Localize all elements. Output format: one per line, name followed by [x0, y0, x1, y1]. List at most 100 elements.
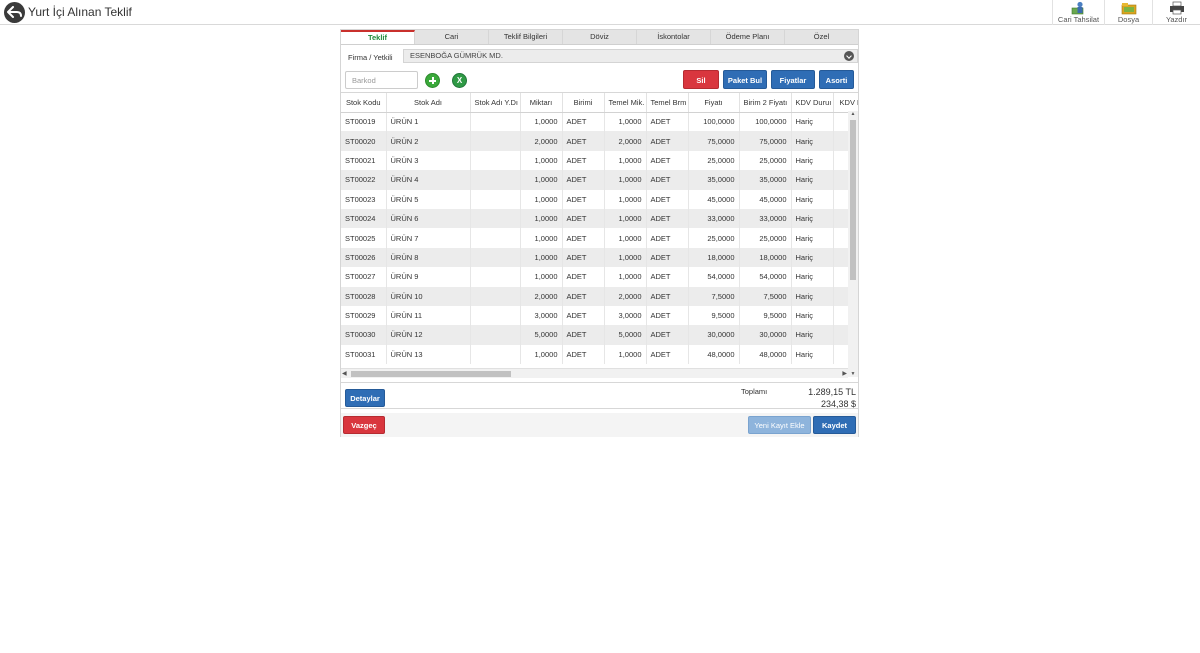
table-cell: ST00031 — [341, 344, 387, 365]
table-cell: ÜRÜN 10 — [386, 286, 471, 306]
table-row[interactable]: ST00023 ÜRÜN 5 1,0000 ADET 1,0000 ADET 45,0000… — [341, 189, 858, 209]
table-cell — [470, 247, 521, 268]
column-header[interactable]: KDV Duruı — [791, 93, 834, 113]
yazdir-button[interactable]: Yazdır — [1152, 0, 1200, 25]
table-row[interactable]: ST00024 ÜRÜN 6 1,0000 ADET 1,0000 ADET 33,0000… — [341, 208, 858, 229]
table-cell — [470, 228, 521, 248]
vazgec-button[interactable]: Vazgeç — [343, 416, 385, 434]
horizontal-scrollbar[interactable]: ◀ ▶ — [341, 368, 848, 378]
column-header[interactable]: KDV H — [833, 93, 858, 113]
fiyatlar-button[interactable]: Fiyatlar — [771, 70, 815, 89]
table-row[interactable]: ST00025 ÜRÜN 7 1,0000 ADET 1,0000 ADET 25,0000… — [341, 228, 858, 248]
cari-tahsilat-label: Cari Tahsilat — [1057, 15, 1100, 24]
table-cell: 54,0000 — [739, 267, 792, 287]
table-cell — [470, 305, 521, 326]
table-cell: 3,0000 — [520, 305, 563, 326]
detaylar-button[interactable]: Detaylar — [345, 389, 385, 407]
table-cell: ADET — [646, 170, 689, 190]
table-row[interactable]: ST00030 ÜRÜN 12 5,0000 ADET 5,0000 ADET 30,000… — [341, 325, 858, 345]
table-cell: ST00023 — [341, 189, 387, 209]
table-row[interactable]: ST00029 ÜRÜN 11 3,0000 ADET 3,0000 ADET 9,5000… — [341, 305, 858, 326]
table-cell: ÜRÜN 8 — [386, 247, 471, 268]
table-cell: ST00026 — [341, 247, 387, 268]
tab-teklif[interactable]: Teklif — [341, 30, 415, 44]
cash-collection-icon — [1071, 1, 1087, 15]
table-cell: ADET — [646, 228, 689, 248]
back-button[interactable] — [4, 2, 25, 23]
table-cell: 48,0000 — [688, 344, 740, 365]
table-row[interactable]: ST00027 ÜRÜN 9 1,0000 ADET 1,0000 ADET 54,0000… — [341, 267, 858, 287]
table-cell: 2,0000 — [520, 131, 563, 151]
table-cell: ADET — [646, 286, 689, 306]
table-row[interactable]: ST00020 ÜRÜN 2 2,0000 ADET 2,0000 ADET 75,0000… — [341, 131, 858, 151]
scroll-right-icon[interactable]: ▶ — [842, 370, 847, 377]
barkod-input[interactable] — [345, 71, 418, 89]
table-cell: ST00028 — [341, 286, 387, 306]
table-cell: 1,0000 — [604, 150, 647, 171]
column-header[interactable]: Stok Adı Y.Dı — [470, 93, 521, 113]
column-header[interactable]: Birimi — [562, 93, 605, 113]
vertical-scroll-thumb[interactable] — [850, 120, 856, 280]
column-header[interactable]: Stok Adı — [386, 93, 471, 113]
table-row[interactable]: ST00026 ÜRÜN 8 1,0000 ADET 1,0000 ADET 18,0000… — [341, 247, 858, 268]
table-cell: 45,0000 — [739, 189, 792, 209]
add-icon[interactable] — [425, 73, 440, 88]
paket-bul-button[interactable]: Paket Bul — [723, 70, 767, 89]
table-cell: 25,0000 — [739, 228, 792, 248]
table-cell: Hariç — [791, 305, 834, 326]
table-row[interactable]: ST00021 ÜRÜN 3 1,0000 ADET 1,0000 ADET 25,0000… — [341, 150, 858, 171]
tab-bar: Teklif Cari Teklif Bilgileri Döviz İskon… — [341, 30, 858, 45]
tab-doviz[interactable]: Döviz — [563, 30, 637, 44]
column-header[interactable]: Stok Kodu — [341, 93, 387, 113]
table-row[interactable]: ST00031 ÜRÜN 13 1,0000 ADET 1,0000 ADET 48,000… — [341, 344, 858, 365]
firm-select[interactable]: ESENBOĞA GÜMRÜK MD. — [403, 49, 858, 63]
tab-iskontolar[interactable]: İskontolar — [637, 30, 711, 44]
table-cell: ÜRÜN 7 — [386, 228, 471, 248]
total-usd: 234,38 $ — [820, 399, 856, 409]
table-cell: ST00019 — [341, 112, 387, 132]
table-cell: 9,5000 — [688, 305, 740, 326]
table-cell: 30,0000 — [739, 325, 792, 345]
dosya-button[interactable]: Dosya — [1104, 0, 1152, 25]
table-cell: 25,0000 — [688, 150, 740, 171]
column-header[interactable]: Miktarı — [520, 93, 563, 113]
table-cell: Hariç — [791, 247, 834, 268]
yeni-kayit-ekle-button[interactable]: Yeni Kayıt Ekle — [748, 416, 811, 434]
table-row[interactable]: ST00019 ÜRÜN 1 1,0000 ADET 1,0000 ADET 100,000… — [341, 112, 858, 132]
tab-teklif-bilgileri[interactable]: Teklif Bilgileri — [489, 30, 563, 44]
cari-tahsilat-button[interactable]: Cari Tahsilat — [1052, 0, 1104, 25]
table-cell: 100,0000 — [739, 112, 792, 132]
column-header[interactable]: Birim 2 Fiyatı — [739, 93, 792, 113]
table-cell: 75,0000 — [688, 131, 740, 151]
printer-icon — [1169, 1, 1185, 15]
horizontal-scroll-thumb[interactable] — [351, 371, 511, 377]
sil-button[interactable]: Sil — [683, 70, 719, 89]
scroll-up-icon[interactable]: ▲ — [848, 111, 858, 117]
tab-ozel[interactable]: Özel — [785, 30, 858, 44]
table-cell: 35,0000 — [688, 170, 740, 190]
vertical-scrollbar[interactable]: ▲ ▼ — [848, 111, 858, 377]
table-cell: 35,0000 — [739, 170, 792, 190]
table-cell — [470, 112, 521, 132]
table-cell: ST00020 — [341, 131, 387, 151]
items-grid: Stok Kodu Stok Adı Stok Adı Y.Dı Miktarı Bir… — [341, 92, 858, 378]
table-row[interactable]: ST00022 ÜRÜN 4 1,0000 ADET 1,0000 ADET 35,0000… — [341, 170, 858, 190]
excel-icon[interactable]: X — [452, 73, 467, 88]
yazdir-label: Yazdır — [1165, 15, 1188, 24]
column-header[interactable]: Temel Mik. — [604, 93, 647, 113]
tab-odeme-plani[interactable]: Ödeme Planı — [711, 30, 785, 44]
asorti-button[interactable]: Asorti — [819, 70, 854, 89]
kaydet-button[interactable]: Kaydet — [813, 416, 856, 434]
table-row[interactable]: ST00028 ÜRÜN 10 2,0000 ADET 2,0000 ADET 7,5000… — [341, 286, 858, 306]
scroll-left-icon[interactable]: ◀ — [342, 370, 347, 377]
table-cell — [470, 325, 521, 345]
tab-cari[interactable]: Cari — [415, 30, 489, 44]
table-cell: ADET — [562, 150, 605, 171]
table-cell: 25,0000 — [688, 228, 740, 248]
column-header[interactable]: Fiyatı — [688, 93, 740, 113]
column-header[interactable]: Temel Brm — [646, 93, 689, 113]
table-cell: Hariç — [791, 208, 834, 229]
scroll-down-icon[interactable]: ▼ — [848, 371, 858, 377]
top-actions: Cari Tahsilat Dosya Yazdır — [1052, 0, 1200, 25]
table-cell: 1,0000 — [604, 344, 647, 365]
